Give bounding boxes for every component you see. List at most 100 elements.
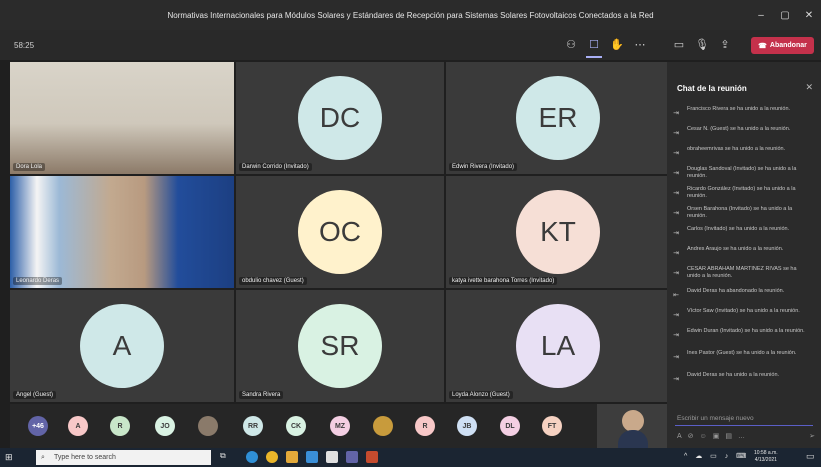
- participant-chip[interactable]: DL: [500, 416, 520, 436]
- sticker-icon[interactable]: ▤: [725, 433, 738, 440]
- windows-taskbar: ⊞ ⌕ Type here to search ⧉ ^ ☁ ▭ ♪ ⌨ 10:5…: [0, 448, 821, 467]
- participant-name: Sandra Rivera: [239, 391, 284, 399]
- chat-message: ⇥ Orsen Barahona (Invitado) se ha unido a…: [671, 206, 817, 220]
- chat-title: Chat de la reunión: [677, 84, 747, 93]
- chat-message: ⇥ Andres Araujo se ha unido a la reunión.: [671, 246, 817, 257]
- taskbar-clock[interactable]: 10:58 a.m. 4/13/2021: [754, 450, 778, 464]
- participant-chip[interactable]: JB: [457, 416, 477, 436]
- participant-name: Angel (Guest): [13, 391, 57, 399]
- participant-tile[interactable]: DC Darwin Corrido (Invitado): [236, 62, 444, 174]
- join-icon: ⇥: [673, 170, 679, 177]
- chat-message: ⇤ David Deras ha abandonado la reunión.: [671, 288, 817, 299]
- edge-icon[interactable]: [246, 451, 258, 463]
- participant-tile[interactable]: Dora Lola: [10, 62, 234, 174]
- minimize-icon[interactable]: –: [749, 10, 773, 21]
- chat-message-input[interactable]: Escribir un mensaje nuevo: [675, 412, 813, 426]
- chrome-icon[interactable]: [266, 451, 278, 463]
- gif-icon[interactable]: ▣: [713, 433, 726, 440]
- participant-tile[interactable]: LA Loyda Alonzo (Guest): [446, 290, 667, 402]
- chat-message: ⇥ obraheemrivas se ha unido a la reunión.: [671, 146, 817, 157]
- close-window-icon[interactable]: ✕: [797, 10, 821, 21]
- chat-message: ⇥ Víctor Saw (Invitado) se ha unido a la …: [671, 308, 817, 319]
- participant-chip[interactable]: MZ: [330, 416, 350, 436]
- taskbar-search-placeholder: Type here to search: [54, 454, 116, 461]
- taskbar-search-box[interactable]: ⌕ Type here to search: [36, 450, 211, 465]
- chat-message-text: Carlos (Invitado) se ha unido a la reuni…: [687, 226, 790, 232]
- self-shoulders: [618, 430, 648, 448]
- more-options-icon[interactable]: …: [738, 433, 751, 440]
- participant-name: Leonardo Deras: [13, 277, 63, 285]
- chat-message: ⇥ Ricardo González (Invitado) se ha unido…: [671, 186, 817, 200]
- participant-tile[interactable]: OC obdulio chavez (Guest): [236, 176, 444, 288]
- close-chat-icon[interactable]: ✕: [805, 82, 813, 93]
- participant-tile[interactable]: Leonardo Deras: [10, 176, 234, 288]
- window-title: Normativas Internacionales para Módulos …: [167, 10, 654, 20]
- meeting-toolbar: 58:25 ⚇ ☐ ✋ ⋯ ▭ 🎙 ⇪ ☎ Abandonar: [0, 30, 821, 60]
- chat-message-text: Orsen Barahona (Invitado) se ha unido a …: [687, 206, 793, 219]
- chat-message-text: David Deras se ha unido a la reunión.: [687, 372, 780, 378]
- composer-toolbar: A⊘☺▣▤… ➢: [677, 432, 815, 440]
- send-icon[interactable]: ➢: [809, 432, 821, 440]
- chat-message-text: obraheemrivas se ha unido a la reunión.: [687, 146, 786, 152]
- window-controls: – ▢ ✕: [749, 0, 821, 30]
- teams-icon[interactable]: [346, 451, 358, 463]
- participant-chip[interactable]: JO: [155, 416, 175, 436]
- mic-icon[interactable]: 🎙: [694, 37, 710, 53]
- self-video-preview: [597, 404, 667, 448]
- system-tray[interactable]: ^ ☁ ▭ ♪ ⌨: [684, 452, 749, 460]
- camera-icon[interactable]: ▭: [671, 37, 687, 53]
- windows-start-icon[interactable]: ⊞: [5, 452, 13, 463]
- format-icon[interactable]: A: [677, 433, 688, 440]
- raise-hand-icon[interactable]: ✋: [609, 37, 625, 53]
- chat-message-text: David Deras ha abandonado la reunión.: [687, 288, 785, 294]
- chat-message: ⇥ Edwin Duran (Invitado) se ha unido a la…: [671, 328, 817, 339]
- maximize-icon[interactable]: ▢: [773, 10, 797, 21]
- chat-message: ⇥ Douglas Sandoval (Invitado) se ha unido…: [671, 166, 817, 180]
- participant-chip[interactable]: A: [68, 416, 88, 436]
- chat-message-text: Ines Pastor (Guest) se ha unido a la reu…: [687, 350, 797, 356]
- share-screen-icon[interactable]: ⇪: [717, 37, 733, 53]
- participant-name: Loyda Alonzo (Guest): [449, 391, 513, 399]
- participants-icon[interactable]: ⚇: [563, 37, 579, 53]
- join-icon: ⇥: [673, 332, 679, 339]
- participant-tile[interactable]: ER Edwin Rivera (Invitado): [446, 62, 667, 174]
- more-actions-icon[interactable]: ⋯: [632, 37, 648, 53]
- participant-avatar: SR: [298, 304, 382, 388]
- participant-tile[interactable]: A Angel (Guest): [10, 290, 234, 402]
- participant-avatar: A: [80, 304, 164, 388]
- task-view-icon[interactable]: ⧉: [220, 451, 232, 463]
- notifications-icon[interactable]: ▭: [806, 451, 815, 462]
- attach-icon[interactable]: ⊘: [688, 433, 700, 440]
- teams-meeting-window: Normativas Internacionales para Módulos …: [0, 0, 821, 467]
- participant-tile[interactable]: KT katya ivette barahona Torres (Invitad…: [446, 176, 667, 288]
- participant-chip[interactable]: R: [415, 416, 435, 436]
- powerpoint-icon[interactable]: [366, 451, 378, 463]
- participant-avatar: KT: [516, 190, 600, 274]
- leave-button[interactable]: ☎ Abandonar: [751, 37, 814, 54]
- participant-photo-chip[interactable]: [373, 416, 393, 436]
- chat-message: ⇥ Francisco Rivera se ha unido a la reuni…: [671, 106, 817, 117]
- participant-avatar: OC: [298, 190, 382, 274]
- chat-message-text: Ricardo González (Invitado) se ha unido …: [687, 186, 796, 199]
- chat-message-text: Víctor Saw (Invitado) se ha unido a la r…: [687, 308, 800, 314]
- participant-chip[interactable]: FT: [542, 416, 562, 436]
- participant-photo-chip[interactable]: [198, 416, 218, 436]
- participant-tile[interactable]: SR Sandra Rivera: [236, 290, 444, 402]
- participant-chip[interactable]: RR: [243, 416, 263, 436]
- file-explorer-icon[interactable]: [286, 451, 298, 463]
- join-icon: ⇥: [673, 312, 679, 319]
- meeting-timer: 58:25: [14, 40, 35, 50]
- join-icon: ⇥: [673, 190, 679, 197]
- participant-chip[interactable]: R: [110, 416, 130, 436]
- participant-chip[interactable]: CK: [286, 416, 306, 436]
- leave-button-label: Abandonar: [769, 42, 807, 49]
- participant-overflow-strip: +46 A R JO RR CK MZ R JB DL FT: [10, 404, 667, 448]
- chat-icon[interactable]: ☐: [586, 37, 602, 53]
- title-bar: Normativas Internacionales para Módulos …: [0, 0, 821, 30]
- clock-time: 10:58 a.m.: [754, 450, 778, 456]
- participant-name: obdulio chavez (Guest): [239, 277, 307, 285]
- mail-icon[interactable]: [306, 451, 318, 463]
- emoji-icon[interactable]: ☺: [700, 433, 713, 440]
- overflow-count-chip[interactable]: +46: [28, 416, 48, 436]
- store-icon[interactable]: [326, 451, 338, 463]
